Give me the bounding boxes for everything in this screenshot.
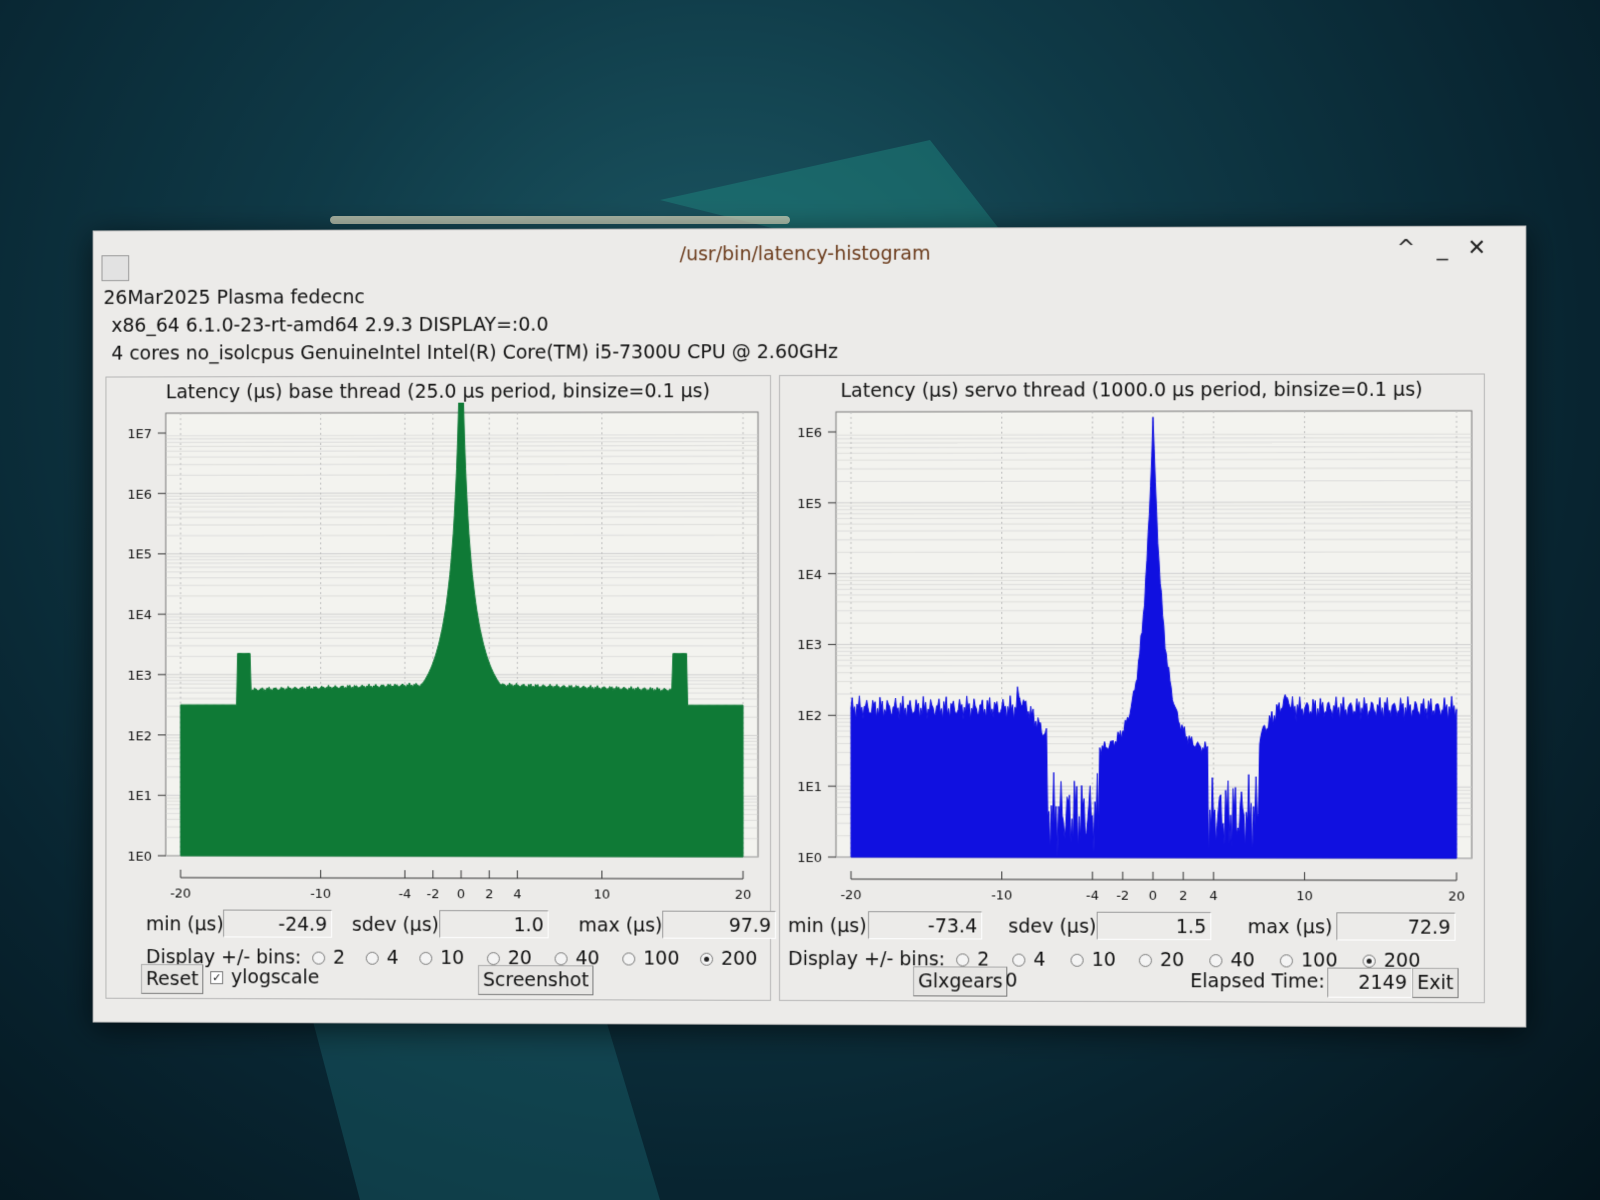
x-tick-label: -20 <box>170 887 191 902</box>
y-tick-label: 1E6 <box>127 487 151 502</box>
x-tick-label: 20 <box>1448 889 1465 904</box>
min-label: min (μs) <box>788 914 867 938</box>
x-tick-label: 4 <box>513 887 521 902</box>
window-title: /usr/bin/latency-histogram <box>679 242 931 266</box>
close-icon[interactable]: ✕ <box>1463 235 1491 263</box>
x-tick-label: -10 <box>991 888 1012 903</box>
base-thread-panel: Latency (μs) base thread (25.0 μs period… <box>105 375 777 1001</box>
x-tick-label: -4 <box>1086 889 1099 904</box>
y-tick-label: 1E3 <box>797 638 822 653</box>
y-tick-label: 1E3 <box>127 669 151 684</box>
y-tick-label: 1E5 <box>797 497 822 512</box>
elapsed-time-value: 2149 <box>1327 967 1413 998</box>
reset-button[interactable]: Reset <box>141 964 204 995</box>
x-tick-label: -2 <box>427 887 440 902</box>
y-tick-label: 1E4 <box>127 608 151 623</box>
info-cpu: 4 cores no_isolcpus GenuineIntel Intel(R… <box>111 340 839 365</box>
x-tick-label: -2 <box>1116 889 1129 904</box>
elapsed-time-label: Elapsed Time: <box>1190 970 1325 993</box>
servo-thread-panel: Latency (μs) servo thread (1000.0 μs per… <box>779 373 1485 1004</box>
y-tick-label: 1E6 <box>797 426 822 441</box>
servo-thread-histogram: 1E01E11E21E31E41E51E6-20 -10 -4 -2 0 2 4 10 20 <box>797 401 1484 905</box>
glxgears-count: 0 <box>1005 969 1018 992</box>
minimize-icon[interactable]: _ <box>1428 235 1456 263</box>
checkbox-checked-icon: ✓ <box>210 971 224 985</box>
min-value: -24.9 <box>223 909 333 938</box>
maximize-icon[interactable]: ^ <box>1392 235 1420 263</box>
min-value: -73.4 <box>868 911 983 940</box>
base-thread-stats: min (μs) -24.9 sdev (μs) 1.0 max (μs) 97… <box>106 909 777 943</box>
panel-title: Latency (μs) base thread (25.0 μs period… <box>165 380 711 404</box>
max-value: 72.9 <box>1336 912 1456 941</box>
sdev-label: sdev (μs) <box>351 913 440 937</box>
max-value: 97.9 <box>662 910 777 939</box>
latency-histogram-window: /usr/bin/latency-histogram ^ _ ✕ 26Mar20… <box>92 225 1527 1028</box>
sdev-label: sdev (μs) <box>1008 915 1097 938</box>
x-tick-label: 0 <box>457 887 465 902</box>
info-date-host: 26Mar2025 Plasma fedecnc <box>103 286 365 309</box>
y-tick-label: 1E2 <box>797 709 822 724</box>
base-thread-histogram: 1E01E11E21E31E41E51E61E7-20 -10 -4 -2 0 2 4 10 2… <box>127 402 770 903</box>
exit-button[interactable]: Exit <box>1412 967 1459 999</box>
x-tick-label: 2 <box>1179 889 1187 904</box>
x-tick-label: -10 <box>310 887 331 902</box>
y-tick-label: 1E2 <box>127 729 151 744</box>
x-tick-label: 2 <box>485 887 493 902</box>
ylogscale-checkbox[interactable]: ✓ ylogscale <box>210 966 319 988</box>
sdev-value: 1.0 <box>439 910 549 939</box>
y-tick-label: 1E0 <box>127 850 151 865</box>
bottom-toolbar: Reset ✓ ylogscale Screenshot Glxgears 0 E… <box>141 962 1471 1004</box>
x-tick-label: -20 <box>840 888 861 903</box>
y-tick-label: 1E5 <box>127 548 151 563</box>
max-label: max (μs) <box>1247 916 1333 939</box>
servo-thread-stats: min (μs) -73.4 sdev (μs) 1.5 max (μs) 72… <box>780 911 1484 945</box>
min-label: min (μs) <box>145 913 224 936</box>
glxgears-button[interactable]: Glxgears <box>913 966 1008 997</box>
x-tick-label: 20 <box>735 888 752 903</box>
x-tick-label: 10 <box>594 887 610 902</box>
x-axis <box>181 878 743 879</box>
x-tick-label: 10 <box>1296 889 1313 904</box>
y-tick-label: 1E1 <box>797 780 822 795</box>
y-tick-label: 1E0 <box>797 851 822 866</box>
x-tick-label: 0 <box>1149 889 1157 904</box>
window-titlebar[interactable]: /usr/bin/latency-histogram ^ _ ✕ <box>94 227 1526 282</box>
x-tick-label: 4 <box>1209 889 1217 904</box>
y-tick-label: 1E7 <box>127 427 151 442</box>
y-tick-label: 1E1 <box>127 789 151 804</box>
x-axis <box>851 879 1457 880</box>
screenshot-button[interactable]: Screenshot <box>478 965 594 996</box>
sdev-value: 1.5 <box>1096 911 1212 941</box>
panel-title: Latency (μs) servo thread (1000.0 μs per… <box>840 378 1423 402</box>
y-tick-label: 1E4 <box>797 568 822 583</box>
max-label: max (μs) <box>578 914 663 937</box>
info-kernel-version: x86_64 6.1.0-23-rt-amd64 2.9.3 DISPLAY=:… <box>111 313 549 337</box>
x-tick-label: -4 <box>398 887 411 902</box>
